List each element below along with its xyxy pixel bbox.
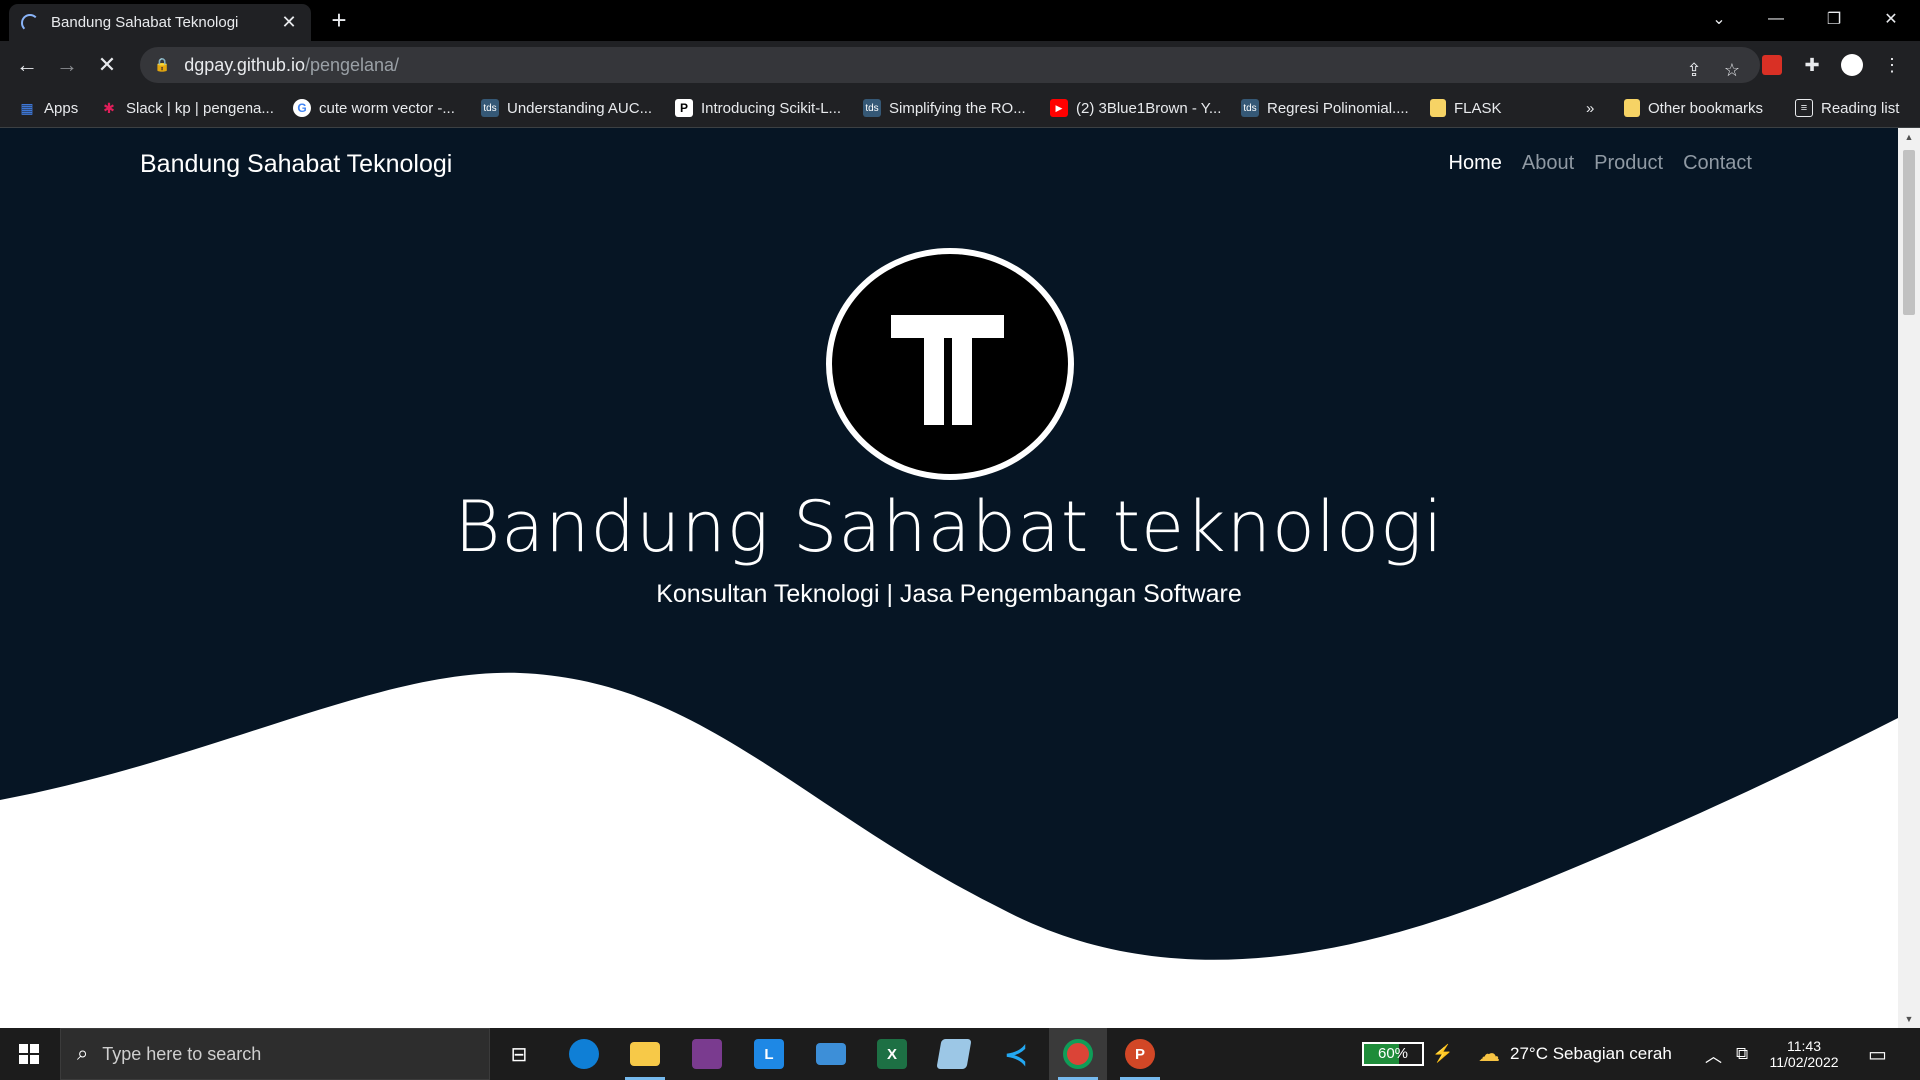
apps-grid-icon: ▦ <box>20 99 34 116</box>
l-app-icon[interactable]: L <box>740 1028 798 1080</box>
tab-title: Bandung Sahabat Teknologi <box>51 14 239 31</box>
bookmark-star-icon[interactable]: ☆ <box>1718 56 1746 84</box>
youtube-icon: ▶ <box>1050 99 1068 117</box>
nav-contact[interactable]: Contact <box>1683 152 1752 175</box>
bookmark-regresi[interactable]: tds Regresi Polinomial.... <box>1241 88 1409 128</box>
p-icon: P <box>675 99 693 117</box>
browser-chrome: Bandung Sahabat Teknologi ✕ + ⌄ — ❐ ✕ ← … <box>0 0 1920 128</box>
power-plug-icon: ⚡ <box>1432 1044 1454 1063</box>
lock-icon: 🔒 <box>154 57 171 72</box>
search-icon: ⌕ <box>77 1042 89 1065</box>
notepad-icon[interactable] <box>925 1028 983 1080</box>
restore-button[interactable]: ❐ <box>1805 0 1863 38</box>
web-page: Bandung Sahabat Teknologi Home About Pro… <box>0 128 1898 1028</box>
notifications-icon[interactable]: ▭ <box>1868 1028 1887 1080</box>
clock[interactable]: 11:43 11/02/2022 <box>1764 1028 1844 1080</box>
vscode-icon[interactable]: ≺ <box>987 1028 1045 1080</box>
google-icon: G <box>293 99 311 117</box>
bookmark-slack[interactable]: ✱ Slack | kp | pengena... <box>100 88 274 128</box>
bookmark-worm[interactable]: Gcute worm vector -... <box>293 88 455 128</box>
winrar-icon[interactable] <box>678 1028 736 1080</box>
profile-avatar-icon[interactable] <box>1835 48 1869 82</box>
folder-icon <box>1430 99 1446 117</box>
weather-text: 27°C Sebagian cerah <box>1510 1044 1672 1063</box>
slack-icon: ✱ <box>103 99 115 116</box>
bookmarks-bar: ▦ Apps ✱ Slack | kp | pengena... Gcute wor… <box>0 88 1920 128</box>
task-view-icon[interactable]: ⊟ <box>490 1028 548 1080</box>
scroll-up-icon[interactable]: ▲ <box>1898 128 1920 146</box>
scrollbar-thumb[interactable] <box>1903 150 1915 315</box>
browser-menu-icon[interactable]: ⋮ <box>1875 48 1909 82</box>
bookmarks-overflow-button[interactable]: » <box>1586 88 1594 128</box>
url-host: dgpay.github.io <box>184 54 305 75</box>
scroll-down-icon[interactable]: ▼ <box>1898 1010 1920 1028</box>
close-window-button[interactable]: ✕ <box>1862 0 1920 38</box>
company-logo <box>826 248 1074 480</box>
windows-logo-icon <box>19 1044 39 1064</box>
extension-red-icon[interactable] <box>1755 48 1789 82</box>
browser-toolbar: ← → ✕ 🔒 dgpay.github.io /pengelana/ ⇪ ☆ … <box>0 41 1920 88</box>
nav-about[interactable]: About <box>1522 152 1574 175</box>
network-icon[interactable]: ⧉ <box>1736 1028 1748 1080</box>
tab-strip: Bandung Sahabat Teknologi ✕ + ⌄ — ❐ ✕ <box>0 0 1920 41</box>
loading-spinner-icon <box>21 13 39 32</box>
tds-icon: tds <box>481 99 499 117</box>
folder-icon <box>1624 99 1640 117</box>
tds-icon: tds <box>863 99 881 117</box>
site-brand[interactable]: Bandung Sahabat Teknologi <box>140 150 452 179</box>
url-path: /pengelana/ <box>304 54 400 75</box>
bookmark-flask[interactable]: FLASK <box>1430 88 1502 128</box>
other-bookmarks[interactable]: Other bookmarks <box>1624 88 1763 128</box>
tds-icon: tds <box>1241 99 1259 117</box>
stop-loading-button[interactable]: ✕ <box>90 48 124 82</box>
hero-title: Bandung Sahabat teknologi <box>454 486 1444 568</box>
nav-home[interactable]: Home <box>1449 152 1502 175</box>
edge-icon[interactable] <box>555 1028 613 1080</box>
show-hidden-icons[interactable]: ︿ <box>1705 1028 1722 1080</box>
bookmark-3b1b[interactable]: ▶ (2) 3Blue1Brown - Y... <box>1050 88 1221 128</box>
page-scrollbar[interactable]: ▲ ▼ <box>1898 128 1920 1028</box>
clock-time: 11:43 <box>1787 1038 1821 1054</box>
site-nav: Home About Product Contact <box>1449 152 1753 175</box>
battery-percent: 60% <box>1377 1045 1409 1062</box>
new-tab-button[interactable]: + <box>324 5 354 35</box>
minimize-button[interactable]: — <box>1747 0 1805 38</box>
hero-subtitle: Konsultan Teknologi | Jasa Pengembangan … <box>656 580 1242 608</box>
bookmark-scikit[interactable]: P Introducing Scikit-L... <box>675 88 841 128</box>
battery-indicator[interactable]: 60% <box>1362 1042 1424 1066</box>
extensions-puzzle-icon[interactable]: ✚ <box>1795 48 1829 82</box>
tab-close-icon[interactable]: ✕ <box>279 12 299 33</box>
weather-widget[interactable]: ☁ 27°C Sebagian cerah <box>1478 1028 1672 1080</box>
reading-list[interactable]: ≡ Reading list <box>1795 88 1899 128</box>
search-placeholder: Type here to search <box>102 1043 262 1064</box>
reading-list-icon: ≡ <box>1795 99 1813 117</box>
windows-taskbar: ⌕ Type here to search ⊟ L X ≺ P 60% ⚡ ☁ … <box>0 1028 1920 1080</box>
start-button[interactable] <box>0 1028 58 1080</box>
mail-icon[interactable] <box>802 1028 860 1080</box>
nav-product[interactable]: Product <box>1594 152 1663 175</box>
chrome-icon[interactable] <box>1049 1028 1107 1080</box>
excel-icon[interactable]: X <box>863 1028 921 1080</box>
bookmark-roc[interactable]: tds Simplifying the RO... <box>863 88 1026 128</box>
share-icon[interactable]: ⇪ <box>1680 56 1708 84</box>
back-button[interactable]: ← <box>10 48 44 82</box>
bookmark-auc[interactable]: tds Understanding AUC... <box>481 88 652 128</box>
tab-search-icon[interactable]: ⌄ <box>1690 0 1748 38</box>
taskbar-search-box[interactable]: ⌕ Type here to search <box>60 1028 490 1080</box>
file-explorer-icon[interactable] <box>616 1028 674 1080</box>
forward-button[interactable]: → <box>50 48 84 82</box>
powerpoint-icon[interactable]: P <box>1111 1028 1169 1080</box>
address-bar[interactable]: 🔒 dgpay.github.io /pengelana/ ⇪ ☆ <box>140 47 1760 83</box>
browser-tab[interactable]: Bandung Sahabat Teknologi ✕ <box>9 4 311 41</box>
bookmark-apps[interactable]: ▦ Apps <box>18 88 78 128</box>
weather-icon: ☁ <box>1478 1041 1500 1066</box>
clock-date: 11/02/2022 <box>1769 1054 1839 1070</box>
